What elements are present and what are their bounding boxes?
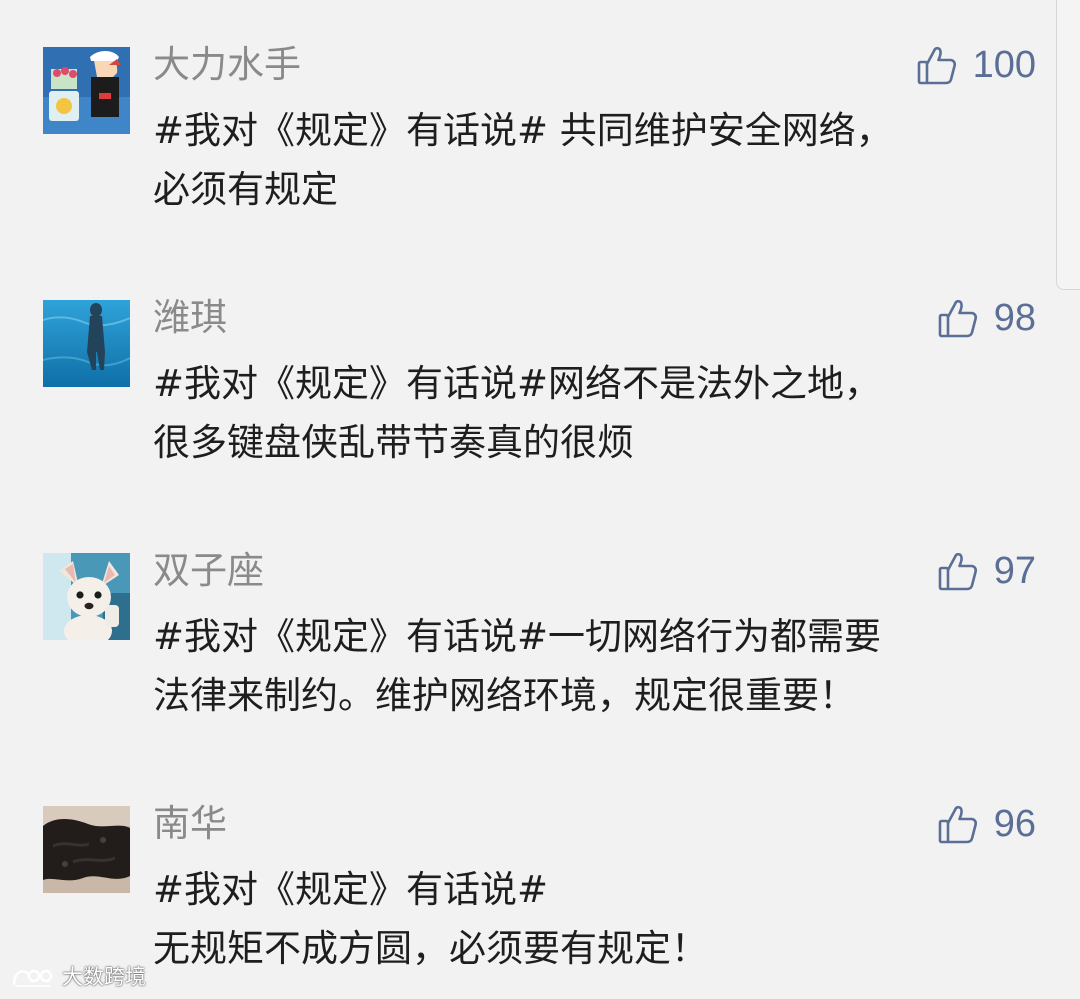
comment-text-line: 法律来制约。维护网络环境，规定很重要！ [153, 674, 856, 717]
thumbs-up-icon [938, 803, 978, 845]
popeye-avatar[interactable] [43, 47, 130, 134]
comment-text-line: 无规矩不成方圆，必须要有规定！ [153, 927, 708, 970]
like-button[interactable]: 100 [917, 40, 1036, 90]
underwater-avatar[interactable] [43, 300, 130, 387]
comment-text-line: #我对《规定》有话说#网络不是法外之地， [153, 362, 882, 405]
comment-text-line: #我对《规定》有话说# 共同维护安全网络， [153, 109, 893, 152]
username[interactable]: 双子座 [153, 549, 264, 593]
comment-text: #我对《规定》有话说# 共同维护安全网络， 必须有规定 [153, 101, 1023, 219]
comment-text: #我对《规定》有话说#网络不是法外之地， 很多键盘侠乱带节奏真的很烦 [153, 354, 1023, 472]
comment-text: #我对《规定》有话说# 无规矩不成方圆，必须要有规定！ [153, 860, 1023, 978]
puppy-avatar[interactable] [43, 553, 130, 640]
like-button[interactable]: 96 [938, 799, 1036, 849]
username[interactable]: 潍琪 [153, 296, 227, 340]
comment-text-line: 很多键盘侠乱带节奏真的很烦 [153, 421, 634, 464]
comment-text-line: 必须有规定 [153, 168, 338, 211]
comment-text: #我对《规定》有话说#一切网络行为都需要 法律来制约。维护网络环境，规定很重要！ [153, 607, 1023, 725]
watermark-text: 大数跨境 [62, 965, 146, 989]
scroll-edge [1056, 0, 1080, 290]
username[interactable]: 大力水手 [153, 43, 301, 87]
comment-list: 大力水手 100 #我对《规定》有话说# 共同维护安全网络， 必须有规定 潍琪 … [0, 0, 1080, 999]
thumbs-up-icon [938, 550, 978, 592]
username[interactable]: 南华 [153, 802, 227, 846]
thumbs-up-icon [917, 44, 957, 86]
comment-text-line: #我对《规定》有话说# [153, 868, 549, 911]
like-count: 97 [993, 550, 1036, 592]
like-button[interactable]: 97 [938, 546, 1036, 596]
dark-fur-avatar[interactable] [43, 806, 130, 893]
comment-text-line: #我对《规定》有话说#一切网络行为都需要 [153, 615, 882, 658]
like-button[interactable]: 98 [938, 293, 1036, 343]
watermark-logo-icon [10, 962, 56, 992]
like-count: 100 [972, 44, 1036, 86]
like-count: 98 [993, 297, 1036, 339]
like-count: 96 [993, 803, 1036, 845]
thumbs-up-icon [938, 297, 978, 339]
watermark: 大数跨境 [10, 962, 146, 992]
